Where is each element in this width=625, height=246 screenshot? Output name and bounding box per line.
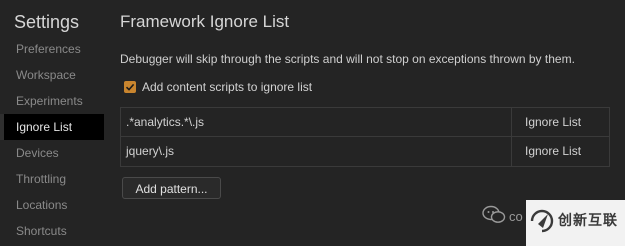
sidebar-item-locations[interactable]: Locations [0,192,104,218]
settings-window: Settings Preferences Workspace Experimen… [0,0,625,246]
sidebar-nav: Preferences Workspace Experiments Ignore… [0,36,104,244]
sidebar-item-shortcuts[interactable]: Shortcuts [0,218,104,244]
pattern-row[interactable]: jquery\.js Ignore List [121,137,609,166]
pattern-text: jquery\.js [126,144,175,158]
sidebar-item-workspace[interactable]: Workspace [0,62,104,88]
settings-sidebar: Settings Preferences Workspace Experimen… [0,0,104,246]
watermark-text: co [509,209,523,224]
pattern-behavior: Ignore List [511,108,609,136]
page-title: Framework Ignore List [120,12,290,31]
wechat-icon [482,205,506,223]
sidebar-item-throttling[interactable]: Throttling [0,166,104,192]
checkmark-icon [125,83,135,91]
sidebar-title: Settings [14,12,80,32]
brand-logo-icon [530,209,554,233]
pattern-row[interactable]: .*analytics.*\.js Ignore List [121,108,609,137]
content-scripts-label: Add content scripts to ignore list [142,80,313,94]
sidebar-item-preferences[interactable]: Preferences [0,36,104,62]
pattern-behavior: Ignore List [511,137,609,166]
sidebar-item-experiments[interactable]: Experiments [0,88,104,114]
pattern-text: .*analytics.*\.js [126,115,205,129]
content-scripts-option[interactable]: Add content scripts to ignore list [124,79,312,95]
watermark-logo-text: 创新互联 [558,212,618,228]
content-scripts-checkbox[interactable] [124,81,136,93]
sidebar-item-ignore-list[interactable]: Ignore List [0,114,104,140]
add-pattern-button[interactable]: Add pattern... [122,177,221,199]
watermark-logo: 创新互联 [526,200,625,246]
ignore-list-description: Debugger will skip through the scripts a… [120,52,575,66]
sidebar-item-devices[interactable]: Devices [0,140,104,166]
ignore-pattern-list: .*analytics.*\.js Ignore List jquery\.js… [120,107,610,167]
